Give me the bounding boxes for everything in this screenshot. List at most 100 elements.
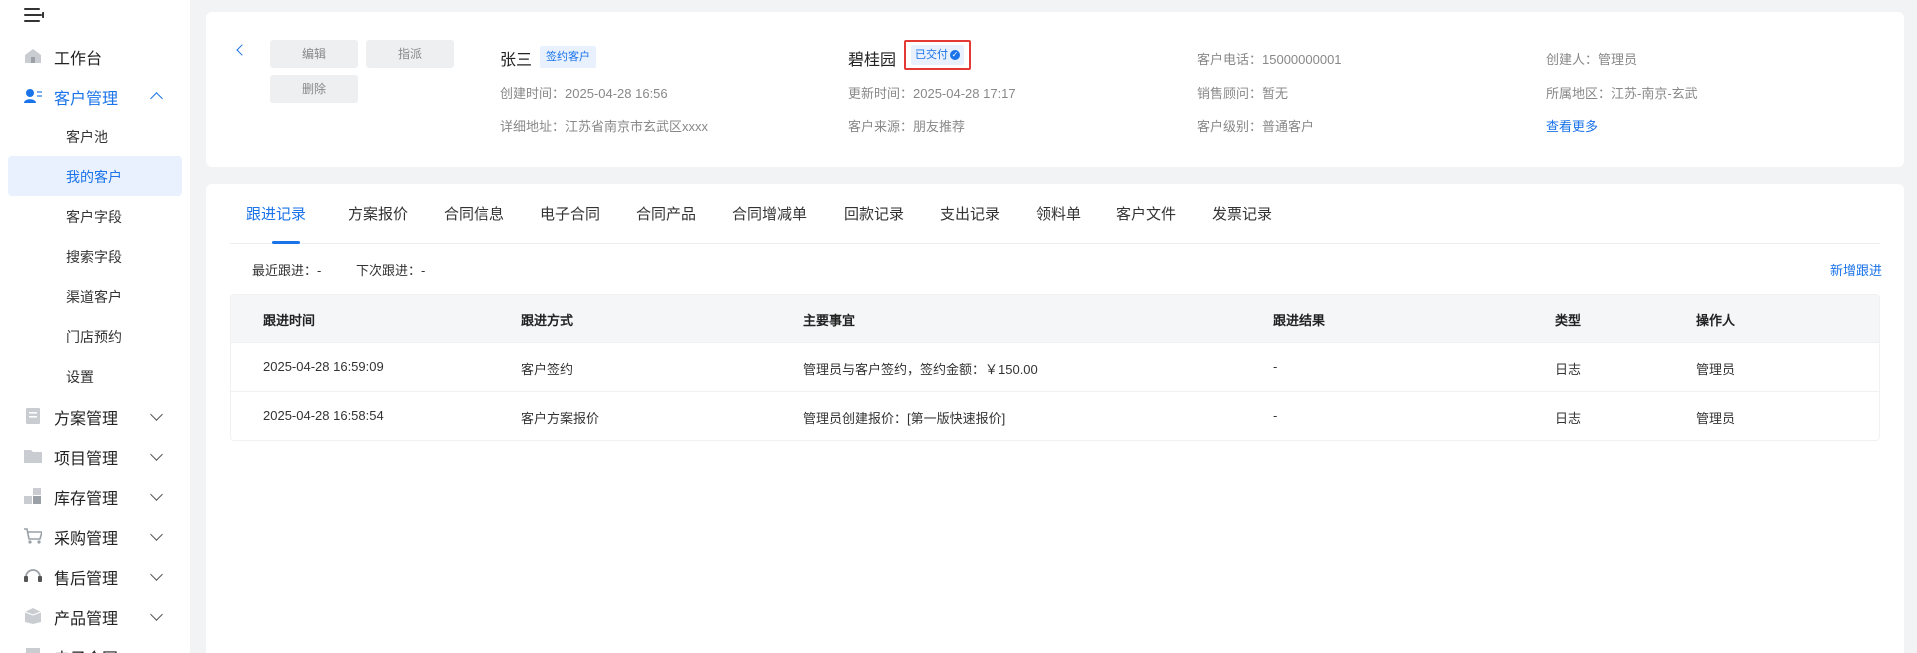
chevron-down-icon <box>150 448 163 461</box>
nav-label: 电子合同 <box>54 645 118 653</box>
sidebar-item-label: 我的客户 <box>66 170 122 186</box>
creator: 创建人：管理员 <box>1546 52 1638 67</box>
updated-time: 更新时间：2025-04-28 17:17 <box>848 86 1016 101</box>
back-icon[interactable] <box>236 44 248 56</box>
sidebar-item-store-booking[interactable]: 门店预约 <box>8 316 182 356</box>
chevron-down-icon <box>150 528 163 541</box>
tab-e-contract[interactable]: 电子合同 <box>540 203 600 224</box>
nav-label: 售后管理 <box>54 569 119 588</box>
nav-customer-management-label: 客户管理 <box>54 89 119 108</box>
tab-contract-info[interactable]: 合同信息 <box>444 203 504 224</box>
sidebar-item-my-customers[interactable]: 我的客户 <box>8 156 182 196</box>
tab-customer-files[interactable]: 客户文件 <box>1116 203 1176 224</box>
nav-e-contract[interactable]: 电子合同 <box>0 636 190 653</box>
chevron-down-icon <box>150 568 163 581</box>
sidebar-item-customer-fields[interactable]: 客户字段 <box>8 196 182 236</box>
sidebar-item-label: 渠道客户 <box>66 290 122 306</box>
folder-icon <box>24 450 42 463</box>
box-icon <box>24 608 42 624</box>
customer-level: 客户级别：普通客户 <box>1197 119 1315 134</box>
tab-material-requisition[interactable]: 领料单 <box>1036 203 1081 224</box>
sales-consultant: 销售顾问：暂无 <box>1197 86 1289 101</box>
table-cell: 管理员 <box>1696 362 1736 377</box>
sidebar: 工作台 客户管理 客户池 我的客户 客户字段 搜索字段 渠道客户 门店预约 设置… <box>0 0 190 653</box>
status-badge: 已交付 ✓ <box>911 45 964 65</box>
table-header: 跟进时间 跟进方式 主要事宜 跟进结果 类型 操作人 <box>231 295 1879 342</box>
delete-button[interactable]: 删除 <box>270 75 358 103</box>
recent-follow-up: 最近跟进：- <box>252 263 322 278</box>
sidebar-item-label: 搜索字段 <box>66 250 122 266</box>
column-header: 跟进结果 <box>1273 313 1326 328</box>
table-cell: 客户方案报价 <box>521 411 600 426</box>
sidebar-item-search-fields[interactable]: 搜索字段 <box>8 236 182 276</box>
chevron-down-icon <box>150 408 163 421</box>
tab-invoice-records[interactable]: 发票记录 <box>1212 203 1272 224</box>
table-cell: 2025-04-28 16:58:54 <box>263 408 384 423</box>
detail-panel: 跟进记录 方案报价 合同信息 电子合同 合同产品 合同增减单 回款记录 支出记录… <box>206 184 1904 653</box>
column-header: 跟进方式 <box>521 313 574 328</box>
chevron-down-icon <box>150 608 163 621</box>
nav-workbench-label: 工作台 <box>54 49 103 68</box>
column-header: 跟进时间 <box>263 313 316 328</box>
nav-label: 库存管理 <box>54 489 119 508</box>
column-header: 类型 <box>1555 313 1582 328</box>
tab-plan-quote[interactable]: 方案报价 <box>348 203 408 224</box>
nav-label: 方案管理 <box>54 409 119 428</box>
nav-after-sales-management[interactable]: 售后管理 <box>0 556 190 596</box>
add-follow-up-button[interactable]: 新增跟进 <box>1830 260 1882 279</box>
table-cell: 管理员创建报价：[第一版快速报价] <box>803 411 1006 426</box>
table-cell: - <box>1273 359 1278 374</box>
project-name: 碧桂园 <box>848 52 897 69</box>
table-cell: 日志 <box>1555 411 1582 426</box>
tab-contract-changes[interactable]: 合同增减单 <box>732 203 807 224</box>
inventory-icon <box>24 488 41 504</box>
view-more-link[interactable]: 查看更多 <box>1546 116 1598 135</box>
sidebar-item-label: 门店预约 <box>66 330 122 346</box>
check-circle-icon: ✓ <box>950 50 960 61</box>
menu-collapse-icon[interactable] <box>24 6 46 26</box>
chevron-up-icon <box>150 92 163 105</box>
nav-label: 采购管理 <box>54 529 119 548</box>
tab-payment-records[interactable]: 回款记录 <box>844 203 904 224</box>
sidebar-item-channel-customers[interactable]: 渠道客户 <box>8 276 182 316</box>
nav-label: 产品管理 <box>54 609 119 628</box>
edit-button[interactable]: 编辑 <box>270 40 358 68</box>
table-row: 2025-04-28 16:59:09 客户签约 管理员与客户签约，签约金额：￥… <box>231 342 1879 391</box>
nav-inventory-management[interactable]: 库存管理 <box>0 476 190 516</box>
follow-up-table: 跟进时间 跟进方式 主要事宜 跟进结果 类型 操作人 2025-04-28 16… <box>230 294 1880 441</box>
table-cell: - <box>1273 408 1278 423</box>
active-tab-indicator <box>272 241 300 244</box>
created-time: 创建时间：2025-04-28 16:56 <box>500 86 668 101</box>
sidebar-item-settings[interactable]: 设置 <box>8 356 182 396</box>
sidebar-item-label: 设置 <box>66 370 94 386</box>
tab-contract-products[interactable]: 合同产品 <box>636 203 696 224</box>
assign-button[interactable]: 指派 <box>366 40 454 68</box>
nav-project-management[interactable]: 项目管理 <box>0 436 190 476</box>
sidebar-item-label: 客户字段 <box>66 210 122 226</box>
cart-icon <box>24 528 42 544</box>
nav-customer-management[interactable]: 客户管理 <box>0 76 190 116</box>
customer-phone: 客户电话：15000000001 <box>1197 52 1342 67</box>
column-header: 主要事宜 <box>803 313 856 328</box>
customer-source: 客户来源：朋友推荐 <box>848 119 966 134</box>
chevron-down-icon <box>150 488 163 501</box>
nav-workbench[interactable]: 工作台 <box>0 36 190 76</box>
nav-purchase-management[interactable]: 采购管理 <box>0 516 190 556</box>
next-follow-up: 下次跟进：- <box>356 263 426 278</box>
tab-follow-records[interactable]: 跟进记录 <box>246 203 306 224</box>
nav-product-management[interactable]: 产品管理 <box>0 596 190 636</box>
customer-type-badge: 签约客户 <box>540 46 596 68</box>
nav-plan-management[interactable]: 方案管理 <box>0 396 190 436</box>
sidebar-item-customer-pool[interactable]: 客户池 <box>8 116 182 156</box>
table-cell: 管理员与客户签约，签约金额：￥150.00 <box>803 362 1038 377</box>
headset-icon <box>24 569 42 582</box>
nav-label: 项目管理 <box>54 449 119 468</box>
status-badge-label: 已交付 <box>915 49 948 61</box>
detail-tabs: 跟进记录 方案报价 合同信息 电子合同 合同产品 合同增减单 回款记录 支出记录… <box>230 184 1880 244</box>
table-row: 2025-04-28 16:58:54 客户方案报价 管理员创建报价：[第一版快… <box>231 391 1879 440</box>
home-icon <box>25 49 41 63</box>
table-cell: 客户签约 <box>521 362 574 377</box>
tab-expense-records[interactable]: 支出记录 <box>940 203 1000 224</box>
document-icon <box>26 408 40 424</box>
customer-summary-card: 编辑 指派 删除 张三 签约客户 创建时间：2025-04-28 16:56 详… <box>206 12 1904 167</box>
